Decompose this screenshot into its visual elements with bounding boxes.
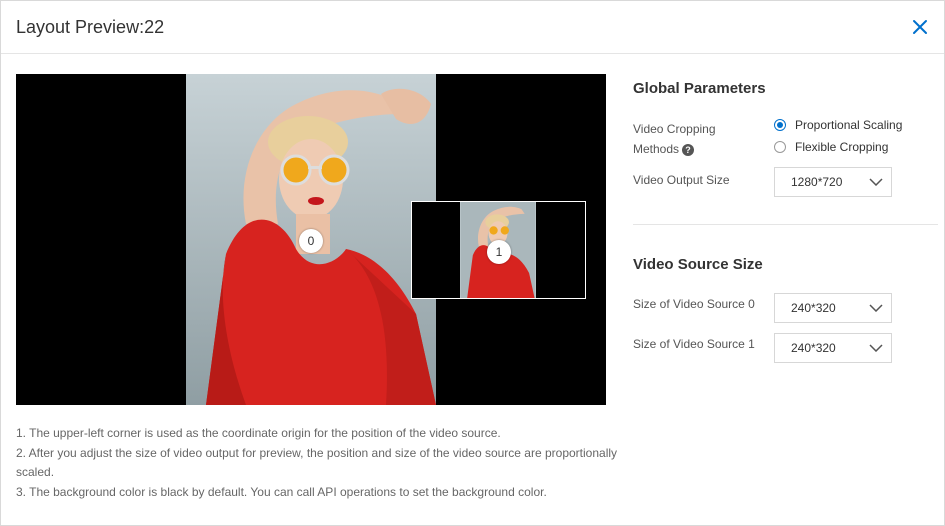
preview-notes: 1. The upper-left corner is used as the … — [16, 424, 636, 502]
radio-checked-icon — [774, 119, 786, 131]
note-item: 3. The background color is black by defa… — [16, 484, 547, 499]
source-1-size-label: Size of Video Source 1 — [633, 337, 755, 351]
source-1-size-select[interactable]: 240*320 — [774, 333, 892, 363]
layout-preview-dialog: Layout Preview:22 0 1 1. The upper-left … — [0, 0, 945, 526]
question-circle-icon[interactable]: ? — [682, 143, 695, 156]
note-item: 1. The upper-left corner is used as the … — [16, 426, 501, 440]
cropping-method-label: Video Cropping Methods? — [633, 122, 716, 156]
close-icon[interactable] — [910, 17, 930, 37]
output-size-label: Video Output Size — [633, 173, 730, 187]
note-item: 2. After you adjust the size of video ou… — [16, 445, 618, 480]
section-divider — [633, 224, 938, 225]
video-source-size-title: Video Source Size — [633, 256, 763, 273]
source-0-size-label: Size of Video Source 0 — [633, 297, 755, 311]
cropping-method-radio-group: Proportional Scaling Flexible Cropping — [774, 118, 902, 154]
dialog-header: Layout Preview:22 — [1, 1, 944, 54]
video-source-index-badge: 1 — [487, 240, 511, 264]
radio-unchecked-icon — [774, 141, 786, 153]
chevron-down-icon — [869, 304, 883, 312]
layout-preview-canvas: 0 1 — [16, 74, 606, 405]
dialog-title: Layout Preview:22 — [16, 16, 165, 37]
chevron-down-icon — [869, 178, 883, 186]
radio-flexible-cropping[interactable]: Flexible Cropping — [774, 140, 902, 154]
video-source-0[interactable]: 0 — [186, 74, 436, 405]
global-parameters-title: Global Parameters — [633, 80, 766, 97]
video-source-index-badge: 0 — [299, 229, 323, 253]
video-source-1[interactable]: 1 — [411, 201, 586, 299]
output-size-select[interactable]: 1280*720 — [774, 167, 892, 197]
source-0-size-select[interactable]: 240*320 — [774, 293, 892, 323]
radio-proportional-scaling[interactable]: Proportional Scaling — [774, 118, 902, 132]
chevron-down-icon — [869, 344, 883, 352]
